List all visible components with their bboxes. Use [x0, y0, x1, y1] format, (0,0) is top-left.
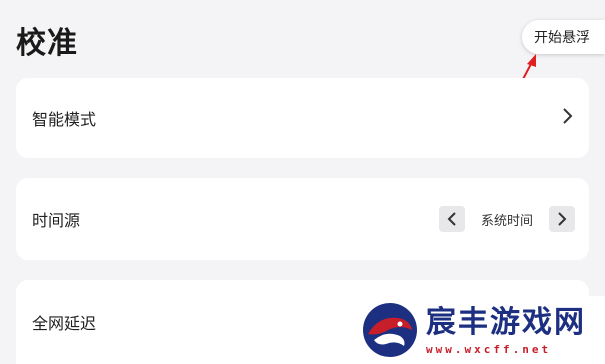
time-source-row: 时间源 系统时间 [16, 178, 589, 260]
start-float-label: 开始悬浮 [534, 30, 590, 46]
start-float-button[interactable]: 开始悬浮 [522, 20, 605, 54]
time-source-label: 时间源 [32, 211, 81, 230]
chevron-left-icon [447, 212, 456, 226]
next-time-source-button[interactable] [549, 206, 575, 232]
chevron-right-icon[interactable] [561, 107, 573, 129]
dragon-logo-icon [363, 303, 417, 357]
smart-mode-label: 智能模式 [32, 110, 97, 129]
previous-time-source-button[interactable] [438, 206, 465, 232]
time-source-selector: 系统时间 [438, 206, 575, 232]
network-latency-label: 全网延迟 [32, 314, 97, 333]
smart-mode-row[interactable]: 智能模式 [16, 78, 589, 158]
watermark-title: 宸丰游戏网 [426, 304, 586, 340]
time-source-value: 系统时间 [480, 213, 533, 229]
watermark-url: www.wxcff.net [426, 342, 552, 356]
site-watermark: 宸丰游戏网 www.wxcff.net [352, 296, 605, 364]
chevron-right-icon [558, 212, 567, 226]
page-title: 校准 [16, 26, 78, 61]
